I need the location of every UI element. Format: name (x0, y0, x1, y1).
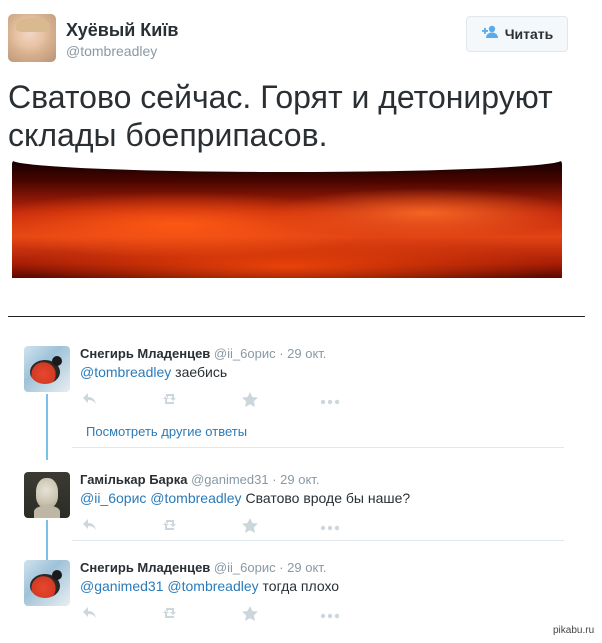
reply-avatar[interactable] (24, 560, 70, 606)
mention-link[interactable]: @ii_6орис (80, 490, 146, 506)
retweet-icon[interactable] (162, 392, 180, 410)
mention-link[interactable]: @tombreadley (167, 578, 258, 594)
reply-text: @ganimed31 @tombreadley тогда плохо (80, 578, 339, 594)
watermark: pikabu.ru (553, 625, 595, 636)
more-icon[interactable] (320, 518, 340, 534)
reply-author-handle[interactable]: @ganimed31 (191, 472, 269, 487)
divider (8, 316, 585, 317)
separator (72, 540, 564, 541)
reply-timestamp[interactable]: · 29 окт. (279, 560, 326, 575)
thread-line (46, 394, 48, 460)
mention-link[interactable]: @tombreadley (150, 490, 241, 506)
mention-link[interactable]: @tombreadley (80, 364, 171, 380)
reply-text-content: тогда плохо (262, 578, 340, 594)
more-icon[interactable] (320, 606, 340, 622)
favorite-icon[interactable] (242, 518, 258, 537)
reply-text: @tombreadley заебись (80, 364, 227, 380)
reply-icon[interactable] (82, 518, 98, 536)
reply-header: Снегирь Младенцев @ii_6орис · 29 окт. (80, 560, 326, 575)
reply-avatar[interactable] (24, 346, 70, 392)
reply-header: Гамількар Барка @ganimed31 · 29 окт. (80, 472, 319, 487)
reply-avatar[interactable] (24, 472, 70, 518)
reply-text: @ii_6орис @tombreadley Сватово вроде бы … (80, 490, 410, 506)
reply-author-name[interactable]: Снегирь Младенцев (80, 346, 210, 361)
reply-timestamp[interactable]: · 29 окт. (279, 346, 326, 361)
more-icon[interactable] (320, 392, 340, 408)
favorite-icon[interactable] (242, 392, 258, 411)
author-name[interactable]: Хуёвый Київ (66, 20, 178, 41)
reply-actions (80, 392, 350, 408)
tweet-text: Сватово сейчас. Горят и детонируют склад… (8, 79, 553, 153)
reply-author-handle[interactable]: @ii_6орис (214, 346, 276, 361)
favorite-icon[interactable] (242, 606, 258, 625)
reply-actions (80, 518, 350, 534)
separator (72, 447, 564, 448)
retweet-icon[interactable] (162, 606, 180, 624)
tweet-image[interactable] (12, 160, 562, 278)
person-plus-icon (481, 25, 499, 43)
reply-author-handle[interactable]: @ii_6орис (214, 560, 276, 575)
author-avatar[interactable] (8, 14, 56, 62)
reply-icon[interactable] (82, 392, 98, 410)
author-handle[interactable]: @tombreadley (66, 43, 157, 59)
mention-link[interactable]: @ganimed31 (80, 578, 164, 594)
follow-button-label: Читать (504, 26, 554, 42)
thread-line (46, 520, 48, 564)
reply-icon[interactable] (82, 606, 98, 624)
retweet-icon[interactable] (162, 518, 180, 536)
reply-actions (80, 606, 350, 622)
reply-text-content: Сватово вроде бы наше? (245, 490, 411, 506)
reply-timestamp[interactable]: · 29 окт. (272, 472, 319, 487)
reply-text-content: заебись (175, 364, 228, 380)
show-more-replies-link[interactable]: Посмотреть другие ответы (86, 424, 247, 439)
reply-header: Снегирь Младенцев @ii_6орис · 29 окт. (80, 346, 326, 361)
follow-button[interactable]: Читать (466, 16, 568, 52)
reply-author-name[interactable]: Гамількар Барка (80, 472, 187, 487)
reply-author-name[interactable]: Снегирь Младенцев (80, 560, 210, 575)
